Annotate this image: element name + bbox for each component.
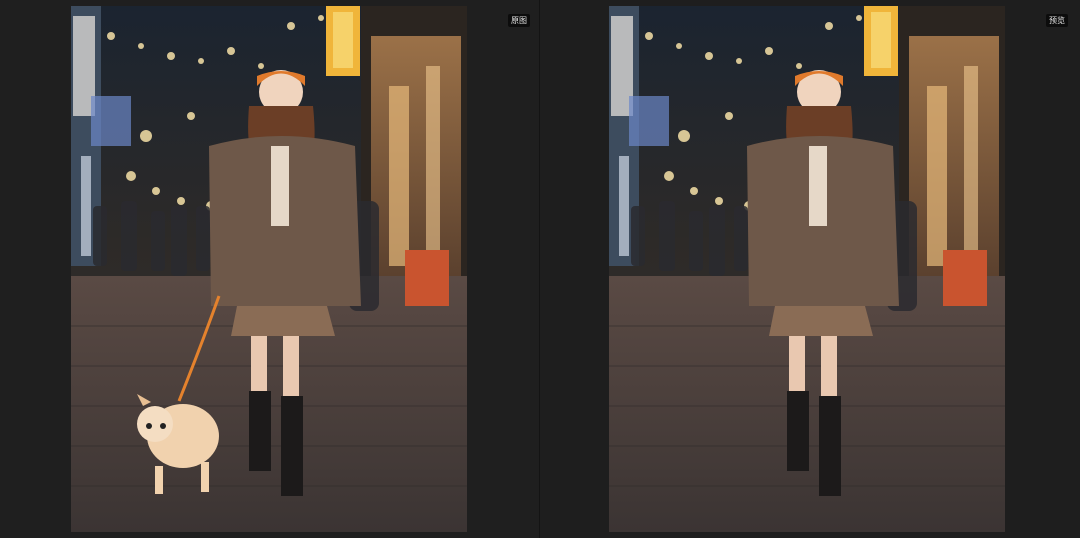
preview-image	[609, 6, 1005, 532]
preview-pane: 预览	[540, 0, 1080, 538]
original-label: 原图	[508, 14, 530, 27]
original-pane: 原图	[0, 0, 540, 538]
image-compare-view: 原图 预览	[0, 0, 1080, 538]
preview-label: 预览	[1046, 14, 1068, 27]
original-image	[71, 6, 467, 532]
